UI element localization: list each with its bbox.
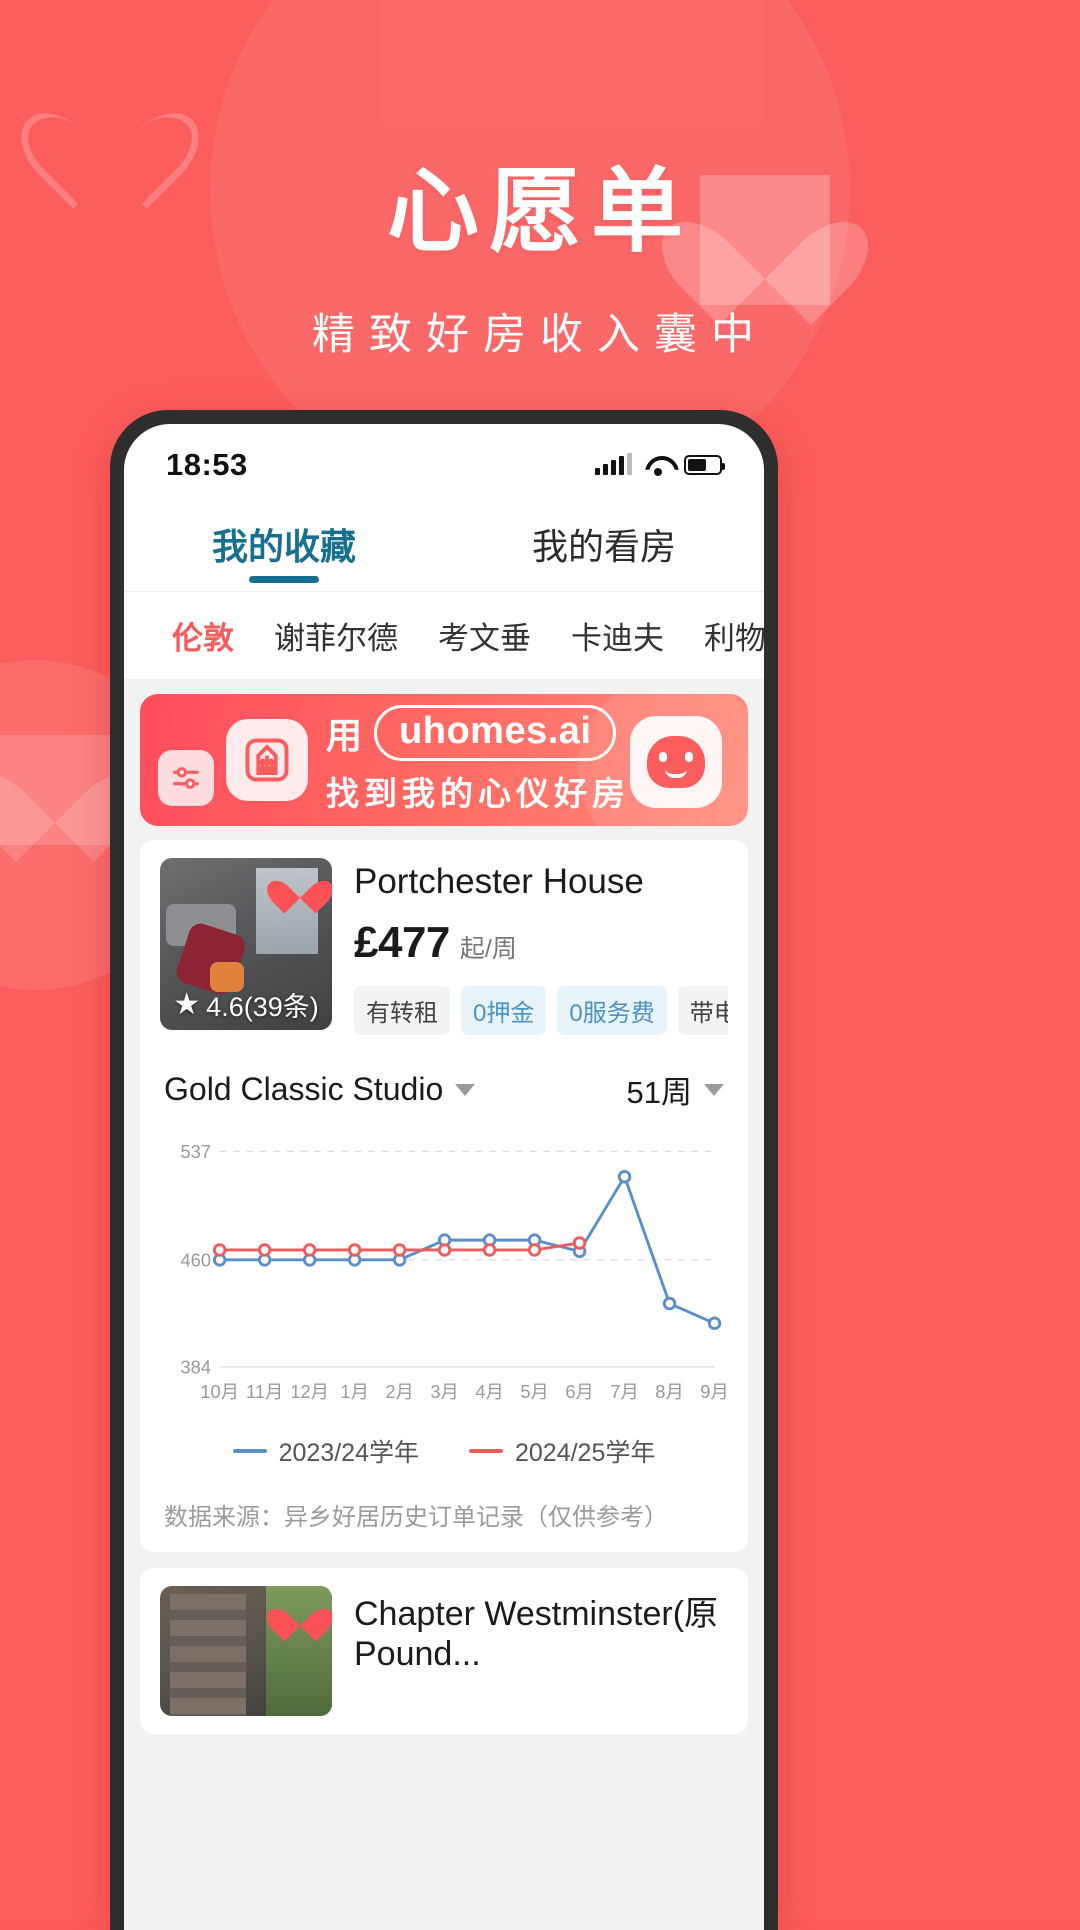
svg-text:3月: 3月	[430, 1381, 458, 1402]
tab-my-viewings[interactable]: 我的看房	[444, 496, 764, 591]
svg-text:1月: 1月	[340, 1381, 368, 1402]
svg-text:2月: 2月	[385, 1381, 413, 1402]
wifi-icon	[645, 456, 671, 476]
uhomes-ai-banner[interactable]: 用 uhomes.ai 找到我的心仪好房	[140, 694, 748, 826]
svg-text:537: 537	[181, 1141, 212, 1162]
banner-brand: uhomes.ai	[374, 705, 617, 761]
svg-text:6月: 6月	[565, 1381, 593, 1402]
city-filter-bar[interactable]: 伦敦 谢菲尔德 考文垂 卡迪夫 利物浦	[124, 592, 764, 680]
price-history-chart-svg: 384 460 537 10月 11月 12月 1月 2月 3月 4月 5月 6月 7月 8月 9月	[181, 1141, 728, 1402]
tab-my-favorites-label: 我的收藏	[211, 525, 356, 567]
heart-filled-icon[interactable]	[278, 866, 322, 906]
city-chip-coventry[interactable]: 考文垂	[418, 613, 551, 658]
property-card[interactable]: ★ 4.6(39条) Portchester House £477 起/周 有转…	[140, 840, 748, 1552]
property-tag: 有转租	[354, 986, 450, 1035]
tab-my-favorites[interactable]: 我的收藏	[124, 496, 444, 591]
svg-text:5月: 5月	[520, 1381, 548, 1402]
banner-prefix: 用	[326, 715, 363, 756]
chart-controls: Gold Classic Studio 51周	[160, 1067, 728, 1112]
duration-selector[interactable]: 51周	[627, 1067, 724, 1112]
svg-text:7月: 7月	[610, 1381, 638, 1402]
svg-text:384: 384	[181, 1357, 212, 1378]
property-name: Portchester House	[354, 862, 644, 901]
property-tag: 带电梯	[677, 986, 728, 1035]
property-rating-text: 4.6(39条)	[206, 992, 319, 1022]
property-card-2[interactable]: Chapter Westminster(原Pound...	[140, 1567, 748, 1734]
price-history-chart: 384 460 537 10月 11月 12月 1月 2月 3月 4月 5月 6月 7月 8月 9月 202…	[160, 1134, 728, 1532]
sliders-icon	[158, 750, 214, 806]
star-icon: ★	[173, 987, 201, 1021]
content-scroll-area[interactable]: 用 uhomes.ai 找到我的心仪好房 ★ 4.6(39条) Portches…	[124, 680, 764, 1930]
svg-text:11月: 11月	[246, 1381, 283, 1402]
property-tag-list: 有转租 0押金 0服务费 带电梯 新公寓	[354, 986, 728, 1035]
phone-mockup: 18:53 我的收藏 我的看房 伦敦 谢菲尔德 考文垂 卡迪夫 利物 用 uho…	[110, 410, 778, 1930]
property-details-2: Chapter Westminster(原Pound...	[354, 1586, 728, 1716]
city-chip-london[interactable]: 伦敦	[152, 613, 254, 658]
svg-text:10月: 10月	[200, 1381, 239, 1402]
property-name-2: Chapter Westminster(原Pound...	[354, 1594, 719, 1673]
legend-label: 2024/25学年	[515, 1438, 656, 1467]
building-icon	[226, 719, 308, 801]
status-time: 18:53	[166, 447, 248, 482]
property-summary: ★ 4.6(39条) Portchester House £477 起/周 有转…	[160, 858, 728, 1035]
room-type-selector[interactable]: Gold Classic Studio	[164, 1071, 476, 1108]
property-price: £477 起/周	[354, 918, 728, 968]
hero-title: 心愿单	[386, 161, 693, 263]
robot-face-icon	[630, 716, 722, 808]
property-tag: 0押金	[461, 986, 547, 1035]
duration-label: 51周	[626, 1075, 692, 1110]
property-details: Portchester House £477 起/周 有转租 0押金 0服务费 …	[354, 858, 728, 1035]
phone-screen: 18:53 我的收藏 我的看房 伦敦 谢菲尔德 考文垂 卡迪夫 利物 用 uho…	[124, 424, 764, 1930]
legend-swatch	[469, 1448, 503, 1453]
banner-tagline: 找到我的心仪好房	[326, 775, 630, 812]
status-icons	[595, 453, 725, 476]
property-price-unit: 起/周	[459, 935, 517, 963]
legend-swatch	[232, 1448, 267, 1453]
property-price-value: £477	[354, 918, 450, 967]
svg-text:8月: 8月	[655, 1381, 683, 1402]
city-chip-cardiff[interactable]: 卡迪夫	[551, 613, 684, 658]
svg-text:9月: 9月	[700, 1381, 728, 1402]
property-thumbnail[interactable]: ★ 4.6(39条)	[160, 858, 332, 1030]
property-thumbnail-2[interactable]	[160, 1585, 332, 1716]
chevron-down-icon	[704, 1083, 724, 1096]
property-rating: ★ 4.6(39条)	[160, 985, 332, 1024]
banner-text: 用 uhomes.ai 找到我的心仪好房	[326, 705, 630, 815]
svg-text:460: 460	[181, 1250, 212, 1271]
status-bar: 18:53	[124, 424, 764, 496]
city-chip-sheffield[interactable]: 谢菲尔德	[254, 613, 418, 658]
city-chip-liverpool[interactable]: 利物浦	[684, 613, 764, 658]
heart-solid-left-icon	[0, 735, 110, 845]
legend-item-2023: 2023/24学年	[232, 1433, 419, 1469]
hero-subtitle: 精致好房收入囊中	[312, 310, 768, 359]
room-type-label: Gold Classic Studio	[164, 1071, 444, 1107]
hero-section: 心愿单 精致好房收入囊中	[0, 160, 1080, 362]
signal-bars-icon	[595, 453, 632, 475]
property-tag: 0服务费	[557, 986, 667, 1035]
tab-my-viewings-label: 我的看房	[531, 525, 676, 567]
svg-text:4月: 4月	[475, 1381, 503, 1402]
main-tab-bar: 我的收藏 我的看房	[124, 496, 764, 592]
legend-item-2024: 2024/25学年	[469, 1433, 655, 1469]
chart-source-note: 数据来源：异乡好居历史订单记录（仅供参考）	[164, 1503, 668, 1531]
chevron-down-icon	[455, 1083, 476, 1096]
battery-icon	[684, 455, 725, 475]
legend-label: 2023/24学年	[278, 1438, 419, 1467]
chart-legend: 2023/24学年 2024/25学年	[160, 1433, 728, 1469]
heart-filled-icon[interactable]	[278, 1594, 322, 1634]
svg-text:12月: 12月	[290, 1381, 329, 1402]
